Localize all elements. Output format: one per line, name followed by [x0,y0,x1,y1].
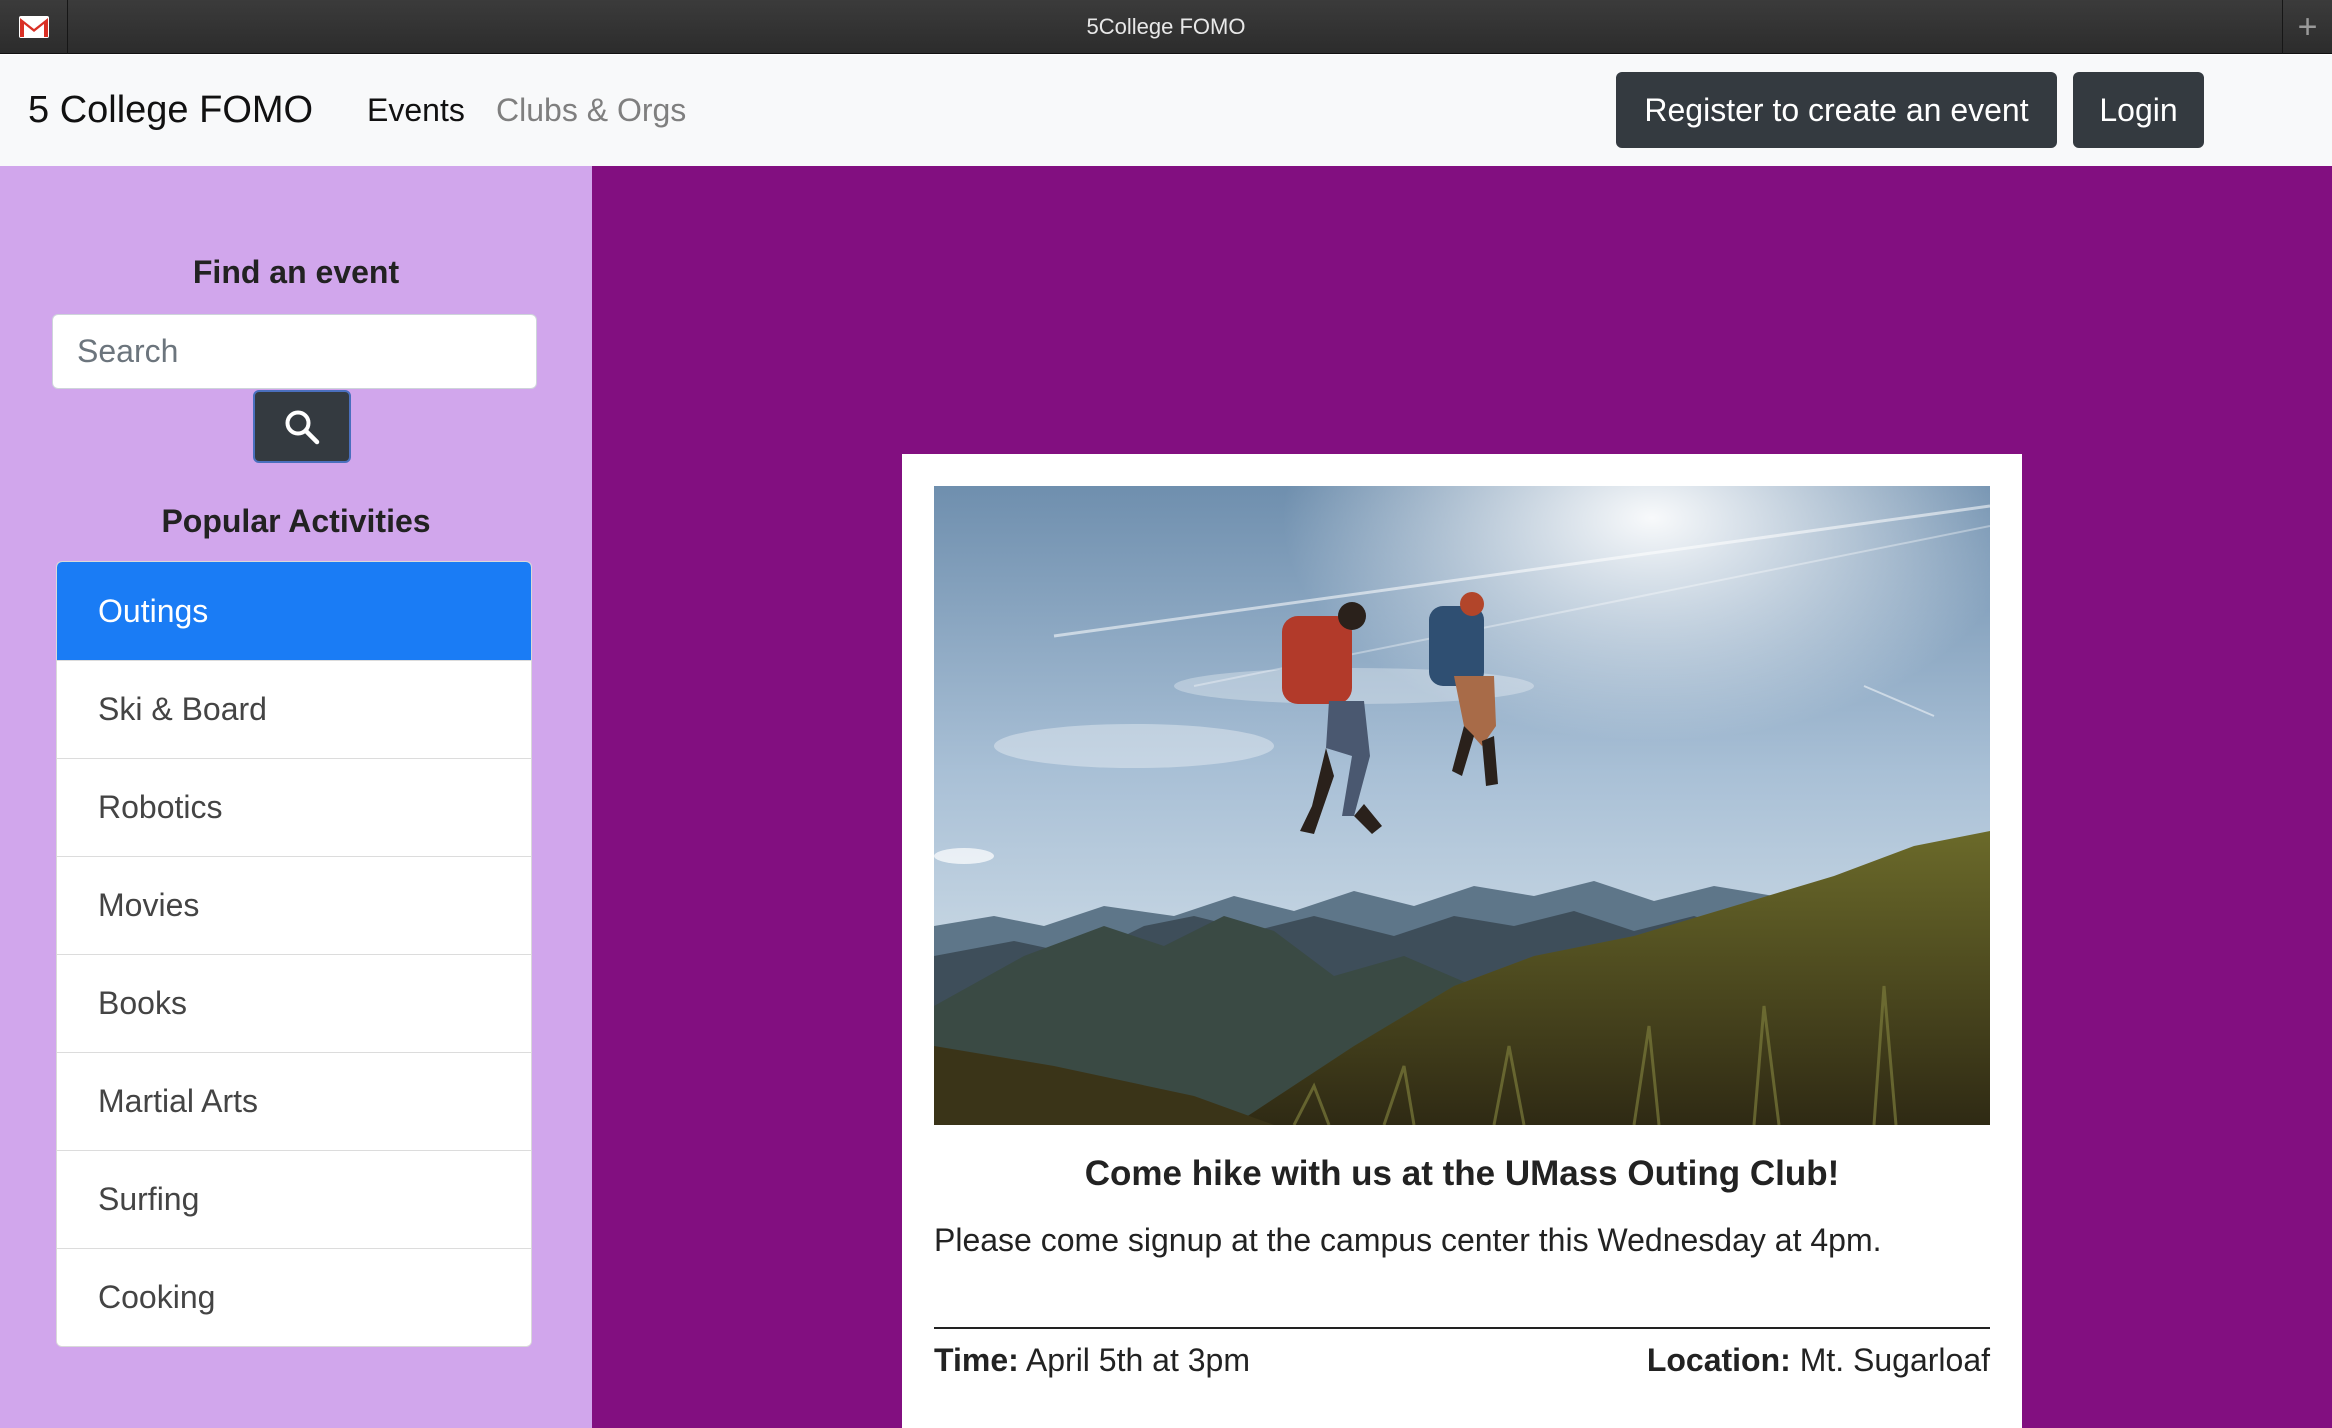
popular-activities-heading: Popular Activities [161,503,431,539]
main-content: Come hike with us at the UMass Outing Cl… [592,166,2332,1428]
activity-item-ski-board[interactable]: Ski & Board [57,660,531,758]
sidebar: Find an event Search Popular Activities … [0,166,592,1428]
activity-item-cooking[interactable]: Cooking [57,1248,531,1346]
time-label: Time: [934,1342,1019,1378]
brand-logo[interactable]: 5 College FOMO [28,55,313,166]
window-titlebar: 5College FOMO + [0,0,2332,54]
search-button[interactable] [253,390,351,463]
activity-item-martial-arts[interactable]: Martial Arts [57,1052,531,1150]
login-button[interactable]: Login [2073,72,2204,148]
location-label: Location: [1646,1342,1791,1378]
event-photo [934,486,1990,1125]
location-value: Mt. Sugarloaf [1799,1342,1990,1378]
top-navbar: 5 College FOMO Events Clubs & Orgs Regis… [0,55,2332,166]
activity-item-surfing[interactable]: Surfing [57,1150,531,1248]
event-title: Come hike with us at the UMass Outing Cl… [1084,1154,1840,1193]
find-event-heading: Find an event [192,254,400,290]
activity-list: Outings Ski & Board Robotics Movies Book… [56,561,532,1347]
activity-item-books[interactable]: Books [57,954,531,1052]
activity-item-movies[interactable]: Movies [57,856,531,954]
event-card: Come hike with us at the UMass Outing Cl… [902,454,2022,1428]
nav-link-clubs-orgs[interactable]: Clubs & Orgs [496,55,686,166]
search-icon [285,410,320,444]
card-divider [934,1327,1990,1329]
search-input[interactable]: Search [52,314,537,389]
activity-item-outings[interactable]: Outings [57,562,531,660]
nav-link-events[interactable]: Events [367,55,465,166]
event-description: Please come signup at the campus center … [934,1222,1882,1258]
register-button[interactable]: Register to create an event [1616,72,2057,148]
event-location: Location: Mt. Sugarloaf [1647,1342,1990,1379]
new-tab-button[interactable]: + [2282,0,2332,54]
window-title: 5College FOMO [1086,14,1246,39]
activity-item-robotics[interactable]: Robotics [57,758,531,856]
time-value: April 5th at 3pm [1025,1342,1250,1378]
event-time: Time: April 5th at 3pm [934,1342,1250,1379]
gmail-icon[interactable] [0,0,68,54]
